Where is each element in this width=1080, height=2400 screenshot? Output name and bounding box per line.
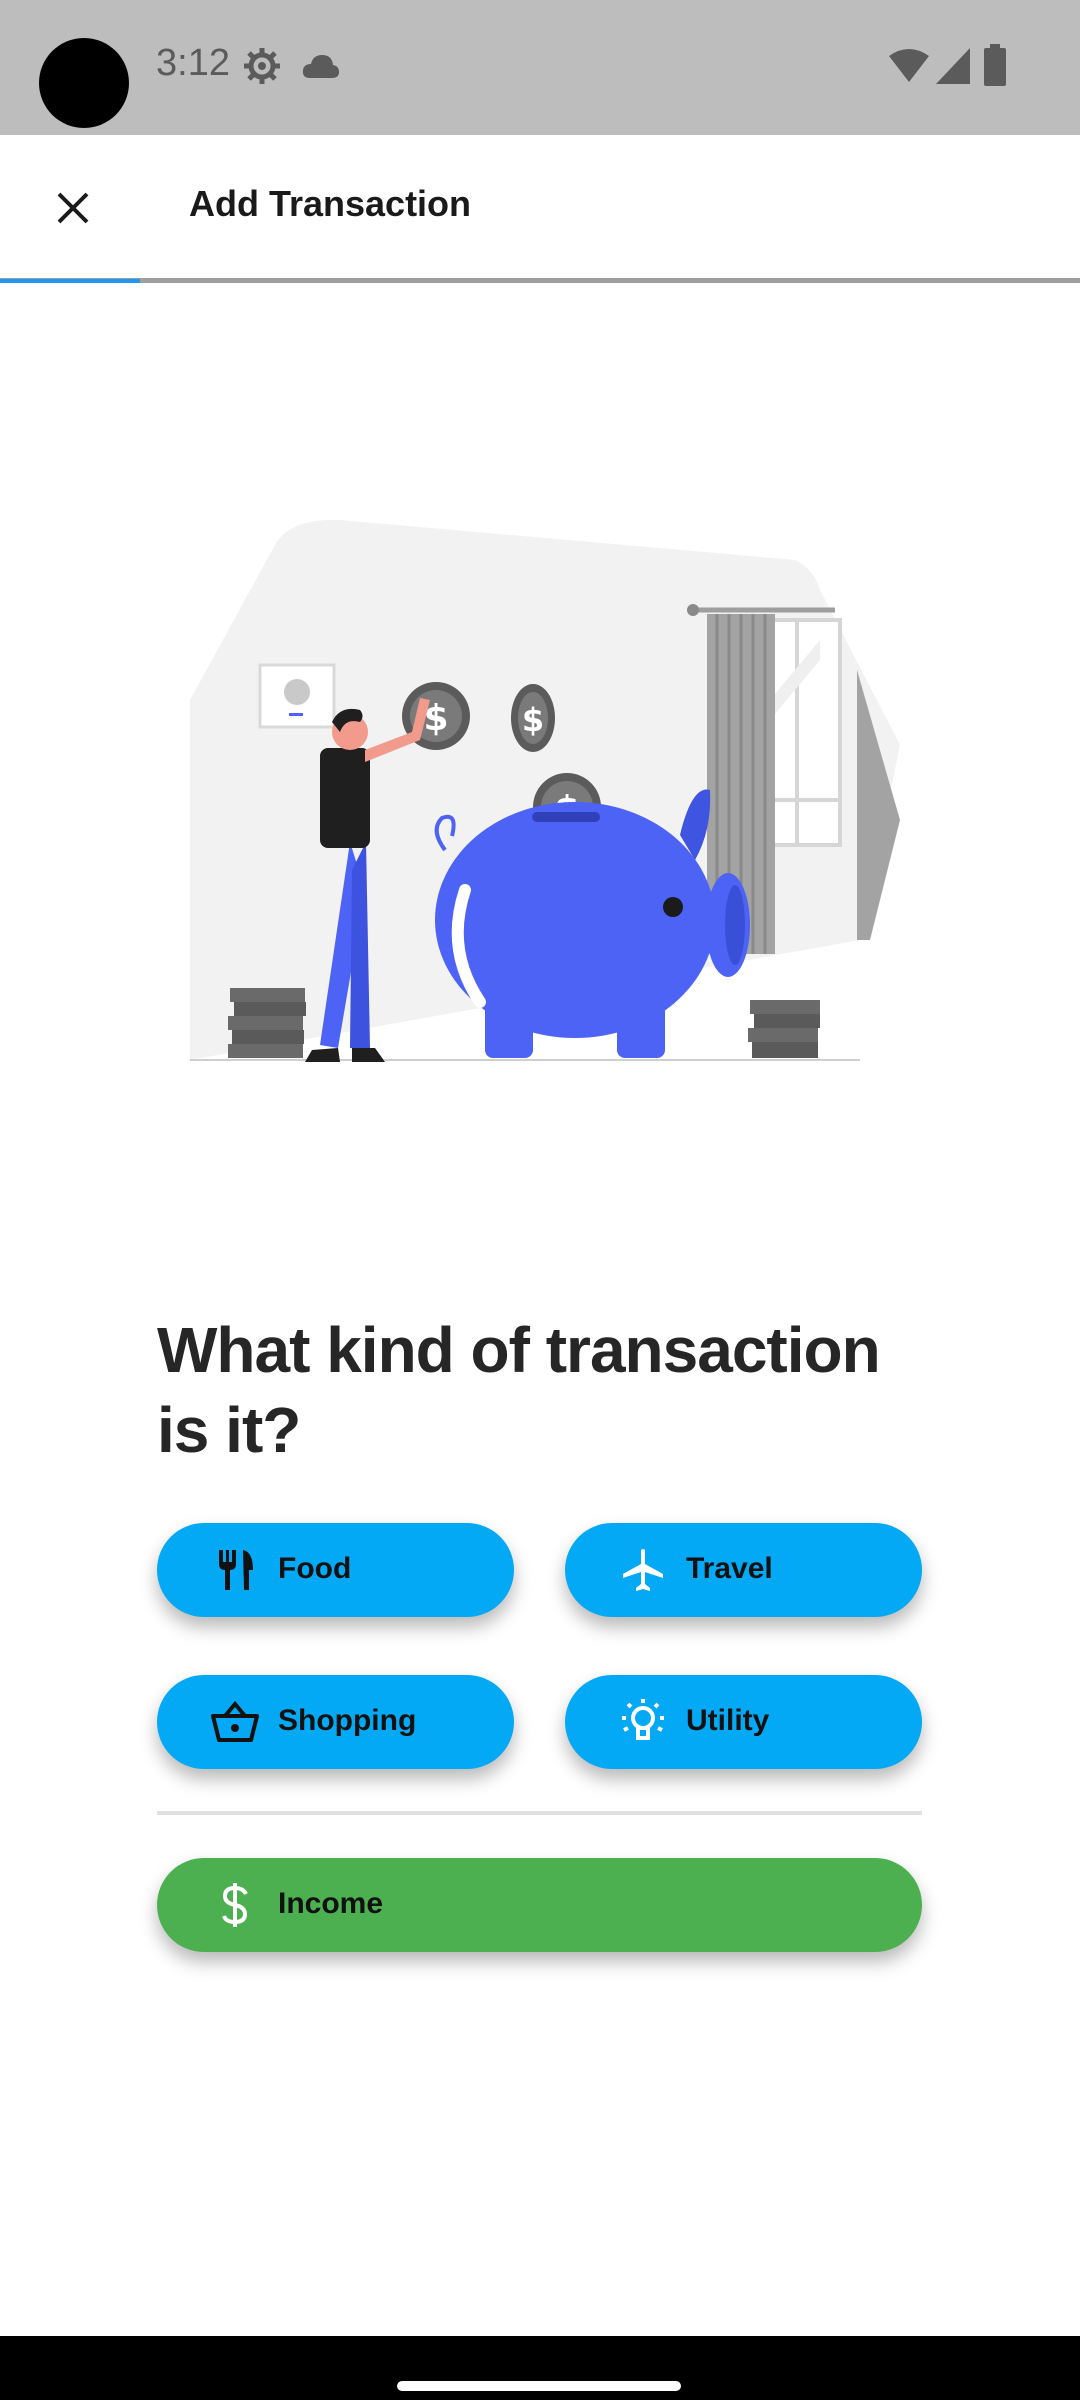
food-label: Food	[278, 1552, 352, 1585]
airplane-icon	[619, 1546, 667, 1594]
camera-cutout	[39, 38, 129, 128]
page-title: Add Transaction	[189, 183, 472, 224]
close-button[interactable]	[40, 175, 106, 241]
home-gesture-handle[interactable]	[397, 2381, 681, 2391]
lightbulb-icon	[619, 1698, 667, 1746]
utility-label: Utility	[686, 1704, 770, 1737]
shopping-label: Shopping	[278, 1704, 417, 1737]
basket-icon	[211, 1698, 259, 1746]
close-icon	[57, 192, 89, 224]
cloud-icon	[302, 55, 339, 78]
travel-button[interactable]: Travel	[565, 1523, 922, 1617]
signal-icon	[936, 48, 970, 84]
coin-stack-left	[228, 988, 306, 1058]
status-bar: 3:12	[0, 0, 1080, 135]
progress-bar-fill	[0, 279, 141, 283]
battery-icon	[984, 44, 1006, 86]
wall-picture	[258, 663, 336, 729]
income-label: Income	[278, 1887, 384, 1920]
coin-stack-right	[748, 1000, 820, 1058]
piggy-bank-illustration: $ $ $	[190, 519, 900, 1062]
question-heading: What kind of transaction is it?	[157, 1314, 881, 1466]
income-button[interactable]: Income	[157, 1858, 922, 1952]
divider	[157, 1811, 922, 1815]
dollar-icon	[211, 1881, 259, 1929]
food-button[interactable]: Food	[157, 1523, 514, 1617]
status-time: 3:12	[156, 42, 230, 84]
utility-button[interactable]: Utility	[565, 1675, 922, 1769]
coin: $	[511, 684, 555, 752]
settings-gear-icon	[244, 48, 280, 84]
wifi-icon	[889, 49, 929, 82]
progress-bar	[0, 279, 1080, 283]
travel-label: Travel	[686, 1552, 773, 1585]
app-bar: Add Transaction	[0, 135, 1080, 281]
svg-text:$: $	[522, 701, 544, 739]
shopping-button[interactable]: Shopping	[157, 1675, 514, 1769]
fork-knife-icon	[211, 1546, 259, 1594]
